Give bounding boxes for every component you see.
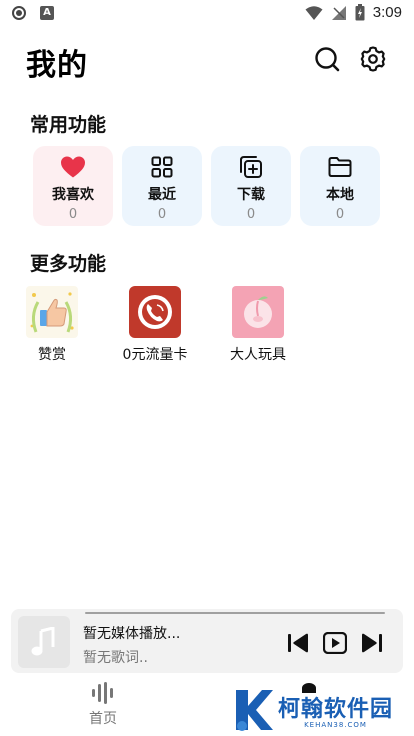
recent-card[interactable]: 最近 0 (122, 146, 202, 226)
more-item-reward[interactable]: 赞赏 (2, 286, 102, 364)
card-count: 0 (68, 207, 78, 222)
card-label: 本地 (326, 187, 354, 203)
status-time: 3:09 (372, 4, 402, 21)
signal-icon (331, 5, 346, 20)
favorites-card[interactable]: 我喜欢 0 (33, 146, 113, 226)
add-download-icon (240, 156, 262, 178)
watermark: 柯翰软件园 KEHAN38.COM (232, 688, 393, 732)
player-title: 暂无媒体播放... (83, 626, 181, 642)
section-title-common: 常用功能 (30, 114, 107, 136)
heart-icon (61, 156, 85, 178)
play-icon (323, 632, 347, 654)
thumbs-up-icon (26, 286, 78, 338)
mini-player[interactable]: 暂无媒体播放... 暂无歌词.. (11, 609, 403, 673)
local-card[interactable]: 本地 0 (300, 146, 380, 226)
more-label: 大人玩具 (230, 347, 286, 363)
common-functions: 我喜欢 0 最近 0 下载 0 本地 0 (33, 146, 380, 226)
card-label: 下载 (237, 187, 265, 203)
equalizer-icon (92, 682, 113, 704)
album-cover (18, 616, 70, 668)
progress-bar[interactable] (85, 612, 385, 614)
phone-call-icon (129, 286, 181, 338)
more-item-data-card[interactable]: 0元流量卡 (105, 286, 205, 364)
card-label: 我喜欢 (52, 187, 94, 203)
search-icon (315, 47, 340, 72)
peach-icon (232, 286, 284, 338)
nav-home[interactable]: 首页 (80, 682, 126, 728)
nav-home-label: 首页 (89, 711, 117, 727)
skip-next-icon (362, 633, 382, 653)
player-lyrics: 暂无歌词.. (83, 650, 148, 666)
card-count: 0 (157, 207, 167, 222)
watermark-text: 柯翰软件园 (278, 697, 394, 722)
more-item-toys[interactable]: 大人玩具 (208, 286, 308, 364)
folder-icon (328, 157, 352, 177)
settings-button[interactable] (358, 44, 388, 74)
wifi-icon (305, 5, 323, 20)
record-icon (12, 6, 26, 20)
section-title-more: 更多功能 (30, 253, 107, 275)
app-notification-icon: A (40, 6, 54, 20)
download-card[interactable]: 下载 0 (211, 146, 291, 226)
card-count: 0 (335, 207, 345, 222)
previous-button[interactable] (286, 631, 310, 655)
more-label: 赞赏 (38, 347, 66, 363)
watermark-sub: KEHAN38.COM (304, 721, 367, 729)
gear-icon (360, 46, 386, 72)
music-note-icon (31, 627, 55, 656)
search-button[interactable] (312, 44, 342, 74)
page-title: 我的 (26, 48, 88, 83)
more-label: 0元流量卡 (122, 347, 188, 363)
status-bar: A 3:09 (0, 0, 414, 28)
card-count: 0 (246, 207, 256, 222)
card-label: 最近 (148, 187, 176, 203)
grid-icon (151, 156, 173, 178)
skip-previous-icon (288, 633, 308, 653)
watermark-logo-icon (236, 690, 273, 731)
next-button[interactable] (360, 631, 384, 655)
battery-icon (355, 4, 365, 21)
play-button[interactable] (323, 631, 347, 655)
